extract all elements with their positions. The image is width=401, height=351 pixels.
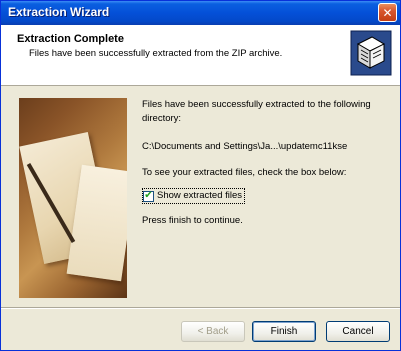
success-message: Files have been successfully extracted t… [142, 99, 371, 124]
directory-path: C:\Documents and Settings\Ja...\updatemc… [142, 141, 348, 152]
check-instruction: To see your extracted files, check the b… [142, 167, 347, 178]
header-subtitle: Files have been successfully extracted f… [29, 48, 283, 59]
finish-button[interactable]: Finish [252, 321, 316, 342]
footer-separator [1, 307, 400, 309]
window-title: Extraction Wizard [8, 5, 110, 19]
checkmark-icon: ✔ [144, 190, 153, 201]
wizard-header: Extraction Complete Files have been succ… [1, 25, 400, 86]
extraction-wizard-window: Extraction Wizard ✕ Extraction Complete … [0, 0, 401, 351]
wizard-body: Files have been successfully extracted t… [1, 86, 400, 307]
show-files-option[interactable]: ✔ Show extracted files [142, 188, 246, 204]
show-files-label[interactable]: Show extracted files [157, 189, 242, 203]
header-title: Extraction Complete [17, 33, 124, 45]
zip-archive-icon [350, 30, 392, 76]
show-files-checkbox[interactable]: ✔ [143, 190, 154, 202]
back-button[interactable]: < Back [181, 321, 245, 342]
close-icon: ✕ [382, 5, 393, 20]
title-bar[interactable]: Extraction Wizard ✕ [1, 1, 400, 25]
wizard-side-image [19, 98, 127, 298]
close-button[interactable]: ✕ [378, 3, 397, 22]
cancel-button[interactable]: Cancel [326, 321, 390, 342]
finish-instruction: Press finish to continue. [142, 215, 243, 226]
